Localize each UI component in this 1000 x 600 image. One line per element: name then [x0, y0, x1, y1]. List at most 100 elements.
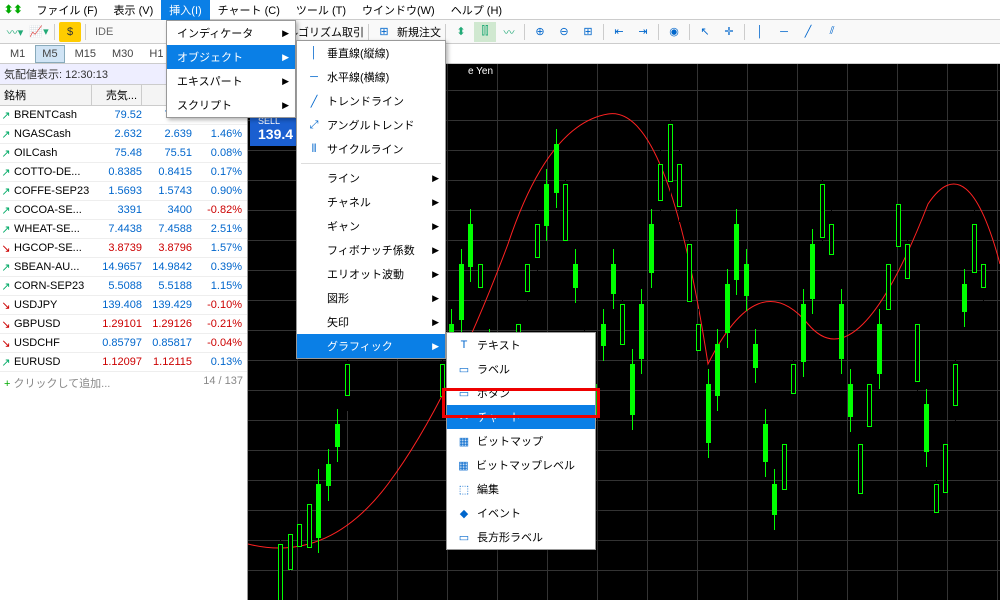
graphic-item[interactable]: ▦ビットマップ	[447, 429, 595, 453]
ask-price: 3.8796	[142, 242, 192, 254]
symbol-name: BRENTCash	[12, 109, 92, 121]
col-name[interactable]: 銘柄	[0, 85, 92, 105]
graphic-icon: 〰	[457, 409, 471, 425]
menu-help[interactable]: ヘルプ (H)	[443, 0, 510, 20]
tb-autoscroll-icon[interactable]: ⇥	[632, 22, 654, 42]
object-menu: │垂直線(縦線)─水平線(横線)╱トレンドライン⤢アングルトレンド⦀サイクルライ…	[296, 40, 446, 359]
graphic-item[interactable]: 〰チャート	[447, 405, 595, 429]
col-bid[interactable]: 売気...	[92, 85, 142, 105]
add-symbol-row[interactable]: + クリックして追加... 14 / 137	[0, 372, 247, 394]
object-item[interactable]: ╱トレンドライン	[297, 89, 445, 113]
tb-neworder-label[interactable]: 新規注文	[397, 24, 441, 40]
graphic-label: ビットマップ	[477, 433, 543, 449]
tb-dollar-icon[interactable]: $	[59, 22, 81, 42]
tf-m1[interactable]: M1	[4, 46, 31, 62]
tb-candle-icon[interactable]: ⫿⫿	[474, 22, 496, 42]
quote-row[interactable]: ↘ GBPUSD 1.29101 1.29126 -0.21%	[0, 315, 247, 334]
menu-script[interactable]: スクリプト▶	[167, 93, 295, 117]
object-item[interactable]: ライン▶	[297, 166, 445, 190]
symbol-name: SBEAN-AU...	[12, 261, 92, 273]
quote-row[interactable]: ↘ USDJPY 139.408 139.429 -0.10%	[0, 296, 247, 315]
object-item[interactable]: チャネル▶	[297, 190, 445, 214]
graphic-label: ラベル	[477, 361, 510, 377]
quote-row[interactable]: ↗ OILCash 75.48 75.51 0.08%	[0, 144, 247, 163]
graphic-item[interactable]: ▭ラベル	[447, 357, 595, 381]
quote-row[interactable]: ↘ HGCOP-SE... 3.8739 3.8796 1.57%	[0, 239, 247, 258]
tb-ide[interactable]: IDE	[90, 22, 118, 42]
menu-object[interactable]: オブジェクト▶	[167, 45, 295, 69]
object-item[interactable]: エリオット波動▶	[297, 262, 445, 286]
menu-expert[interactable]: エキスパート▶	[167, 69, 295, 93]
tf-m15[interactable]: M15	[69, 46, 102, 62]
bid-price: 5.5088	[92, 280, 142, 292]
graphic-label: 長方形ラベル	[477, 529, 543, 545]
tb-neworder-icon[interactable]: ⊞	[373, 22, 395, 42]
menu-file[interactable]: ファイル (F)	[28, 0, 105, 20]
tb-zoomout-icon[interactable]: ⊖	[553, 22, 575, 42]
tb-trend-icon[interactable]: ╱	[797, 22, 819, 42]
tb-crosshair-icon[interactable]: ✛	[718, 22, 740, 42]
quote-row[interactable]: ↗ CORN-SEP23 5.5088 5.5188 1.15%	[0, 277, 247, 296]
ask-price: 0.8415	[142, 166, 192, 178]
direction-icon: ↘	[0, 242, 12, 255]
bid-price: 75.48	[92, 147, 142, 159]
toolbar: 〰▾ 📈▾ $ IDE ▶ アルゴリズム取引 ⊞ 新規注文 ⬍ ⫿⫿ 〰 ⊕ ⊖…	[0, 20, 1000, 44]
graphic-icon: ▭	[457, 387, 471, 400]
tb-shift-icon[interactable]: ⇤	[608, 22, 630, 42]
object-item[interactable]: 矢印▶	[297, 310, 445, 334]
tb-grid-icon[interactable]: ⊞	[577, 22, 599, 42]
object-item[interactable]: 図形▶	[297, 286, 445, 310]
tf-m5[interactable]: M5	[35, 45, 64, 63]
tf-m30[interactable]: M30	[106, 46, 139, 62]
tb-dropdown-icon[interactable]: 〰▾	[4, 22, 26, 42]
quote-row[interactable]: ↗ WHEAT-SE... 7.4438 7.4588 2.51%	[0, 220, 247, 239]
quote-row[interactable]: ↗ NGASCash 2.632 2.639 1.46%	[0, 125, 247, 144]
graphic-item[interactable]: ▭ボタン	[447, 381, 595, 405]
object-item[interactable]: ⤢アングルトレンド	[297, 113, 445, 137]
object-item[interactable]: ギャン▶	[297, 214, 445, 238]
menu-view[interactable]: 表示 (V)	[106, 0, 162, 20]
menu-indicator[interactable]: インディケータ▶	[167, 21, 295, 45]
graphic-icon: T	[457, 339, 471, 351]
direction-icon: ↗	[0, 223, 12, 236]
direction-icon: ↘	[0, 299, 12, 312]
quote-row[interactable]: ↗ SBEAN-AU... 14.9657 14.9842 0.39%	[0, 258, 247, 277]
graphic-item[interactable]: Tテキスト	[447, 333, 595, 357]
tb-camera-icon[interactable]: ◉	[663, 22, 685, 42]
quote-row[interactable]: ↗ COTTO-DE... 0.8385 0.8415 0.17%	[0, 163, 247, 182]
graphic-item[interactable]: ▭長方形ラベル	[447, 525, 595, 549]
menu-insert[interactable]: 挿入(I)	[161, 0, 209, 20]
object-label: エリオット波動	[327, 266, 404, 282]
change-pct: 0.08%	[192, 147, 242, 159]
graphic-icon: ◆	[457, 507, 471, 520]
menu-tools[interactable]: ツール (T)	[288, 0, 354, 20]
menu-window[interactable]: ウインドウ(W)	[354, 0, 443, 20]
graphic-item[interactable]: ⬚編集	[447, 477, 595, 501]
object-label: ライン	[327, 170, 360, 186]
change-pct: 1.15%	[192, 280, 242, 292]
graphic-item[interactable]: ▦ビットマップレベル	[447, 453, 595, 477]
quote-row[interactable]: ↗ COCOA-SE... 3391 3400 -0.82%	[0, 201, 247, 220]
tb-hline-icon[interactable]: ─	[773, 22, 795, 42]
tb-zoomin-icon[interactable]: ⊕	[529, 22, 551, 42]
object-item[interactable]: ─水平線(横線)	[297, 65, 445, 89]
tb-cursor-icon[interactable]: ↖	[694, 22, 716, 42]
tb-line-icon[interactable]: 〰	[498, 22, 520, 42]
object-item[interactable]: フィボナッチ係数▶	[297, 238, 445, 262]
menu-chart[interactable]: チャート (C)	[210, 0, 288, 20]
tb-chart-icon[interactable]: 📈▾	[28, 22, 50, 42]
direction-icon: ↗	[0, 166, 12, 179]
quote-row[interactable]: ↗ COFFE-SEP23 1.5693 1.5743 0.90%	[0, 182, 247, 201]
bid-price: 1.29101	[92, 318, 142, 330]
graphic-item[interactable]: ◆イベント	[447, 501, 595, 525]
object-item[interactable]: グラフィック▶	[297, 334, 445, 358]
object-label: アングルトレンド	[327, 117, 415, 133]
tb-bar-icon[interactable]: ⬍	[450, 22, 472, 42]
quote-row[interactable]: ↗ EURUSD 1.12097 1.12115 0.13%	[0, 353, 247, 372]
object-item[interactable]: │垂直線(縦線)	[297, 41, 445, 65]
tb-vline-icon[interactable]: │	[749, 22, 771, 42]
object-item[interactable]: ⦀サイクルライン	[297, 137, 445, 161]
quote-row[interactable]: ↘ USDCHF 0.85797 0.85817 -0.04%	[0, 334, 247, 353]
timeframe-bar: M1 M5 M15 M30 H1	[0, 44, 1000, 64]
tb-equi-icon[interactable]: ⫽	[821, 22, 843, 42]
